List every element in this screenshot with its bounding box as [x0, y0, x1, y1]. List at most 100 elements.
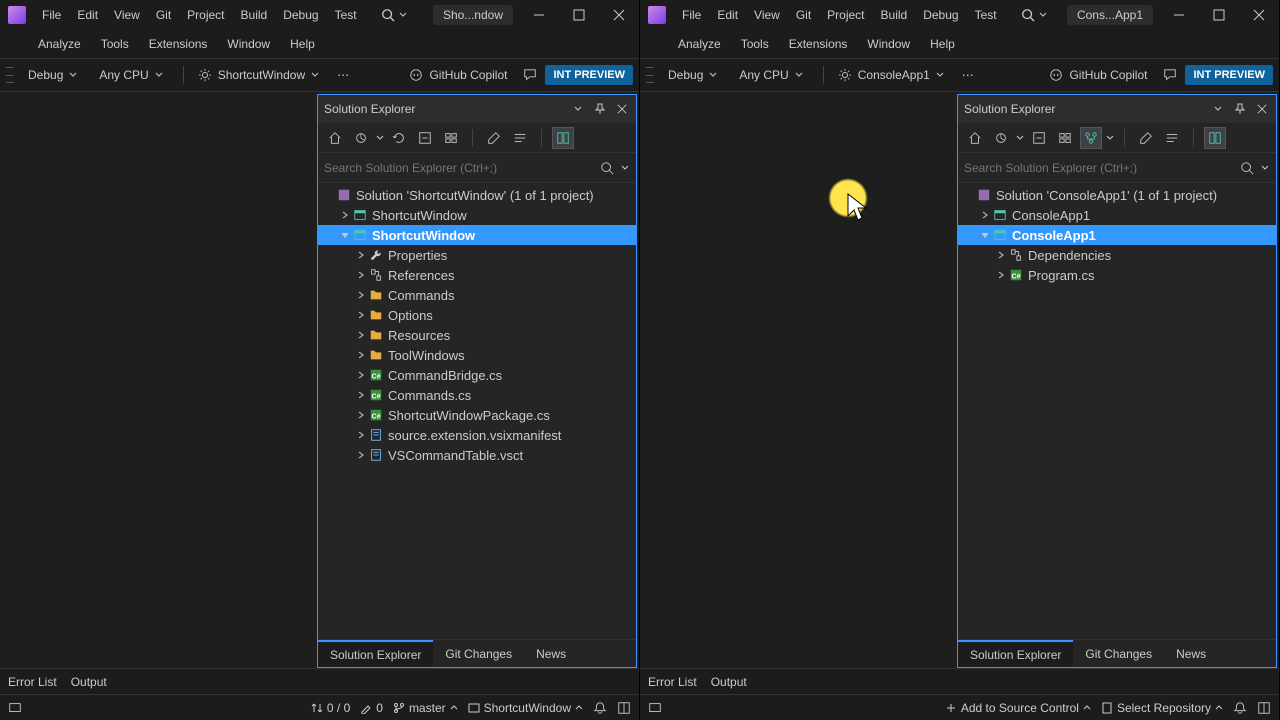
- tree-item[interactable]: Dependencies: [958, 245, 1276, 265]
- tree-item[interactable]: C#ShortcutWindowPackage.cs: [318, 405, 636, 425]
- tab-git-changes[interactable]: Git Changes: [433, 640, 524, 667]
- tab-solution-explorer[interactable]: Solution Explorer: [958, 640, 1073, 667]
- expand-arrow-icon[interactable]: [354, 268, 368, 282]
- chevron-down-icon[interactable]: [620, 164, 630, 172]
- bell-icon[interactable]: [593, 701, 607, 715]
- switch-views-button[interactable]: [350, 127, 372, 149]
- expand-arrow-icon[interactable]: [994, 268, 1008, 282]
- tree-item[interactable]: Options: [318, 305, 636, 325]
- expand-arrow-icon[interactable]: [354, 328, 368, 342]
- startup-dropdown[interactable]: ShortcutWindow: [190, 65, 327, 85]
- search-box[interactable]: [958, 153, 1276, 183]
- pin-icon[interactable]: [1232, 101, 1248, 117]
- feedback-icon[interactable]: [648, 701, 662, 715]
- tab-error-list[interactable]: Error List: [648, 675, 697, 689]
- tab-output[interactable]: Output: [711, 675, 747, 689]
- expand-arrow-icon[interactable]: [338, 208, 352, 222]
- menu-file[interactable]: File: [674, 4, 709, 26]
- close-button[interactable]: [599, 0, 639, 30]
- preview-button[interactable]: [509, 127, 531, 149]
- branch-indicator[interactable]: master: [393, 701, 458, 715]
- toolbar-grip[interactable]: [646, 67, 654, 83]
- tree-item[interactable]: ToolWindows: [318, 345, 636, 365]
- preview-button[interactable]: [1161, 127, 1183, 149]
- minimize-button[interactable]: [1159, 0, 1199, 30]
- menu-help[interactable]: Help: [920, 33, 965, 55]
- menu-debug[interactable]: Debug: [275, 4, 326, 26]
- menu-edit[interactable]: Edit: [69, 4, 106, 26]
- close-icon[interactable]: [1254, 101, 1270, 117]
- menu-git[interactable]: Git: [788, 4, 819, 26]
- copilot-button[interactable]: GitHub Copilot: [401, 65, 515, 85]
- expand-arrow-icon[interactable]: [322, 188, 336, 202]
- tree-item[interactable]: ConsoleApp1: [958, 225, 1276, 245]
- switch-views-button[interactable]: [990, 127, 1012, 149]
- solution-tree[interactable]: Solution 'ConsoleApp1' (1 of 1 project)C…: [958, 183, 1276, 639]
- maximize-button[interactable]: [559, 0, 599, 30]
- minimize-button[interactable]: [519, 0, 559, 30]
- source-control-button[interactable]: Add to Source Control: [945, 701, 1091, 715]
- search-button[interactable]: [373, 4, 415, 26]
- preview-badge[interactable]: INT PREVIEW: [545, 65, 633, 85]
- overflow-button[interactable]: ⋯: [962, 68, 974, 82]
- startup-dropdown[interactable]: ConsoleApp1: [830, 65, 952, 85]
- solution-tree[interactable]: Solution 'ShortcutWindow' (1 of 1 projec…: [318, 183, 636, 639]
- menu-view[interactable]: View: [106, 4, 148, 26]
- config-dropdown[interactable]: Debug: [20, 65, 85, 85]
- tree-item[interactable]: C#Commands.cs: [318, 385, 636, 405]
- menu-test[interactable]: Test: [967, 4, 1005, 26]
- startup-indicator[interactable]: ShortcutWindow: [468, 701, 583, 715]
- expand-arrow-icon[interactable]: [978, 228, 992, 242]
- menu-project[interactable]: Project: [179, 4, 232, 26]
- menu-file[interactable]: File: [34, 4, 69, 26]
- menu-window[interactable]: Window: [217, 33, 280, 55]
- layout-icon[interactable]: [1257, 701, 1271, 715]
- panel-header[interactable]: Solution Explorer: [318, 95, 636, 123]
- tab-error-list[interactable]: Error List: [8, 675, 57, 689]
- preview-badge[interactable]: INT PREVIEW: [1185, 65, 1273, 85]
- search-box[interactable]: [318, 153, 636, 183]
- home-button[interactable]: [324, 127, 346, 149]
- tree-item[interactable]: ShortcutWindow: [318, 225, 636, 245]
- expand-arrow-icon[interactable]: [354, 308, 368, 322]
- menu-extensions[interactable]: Extensions: [139, 33, 218, 55]
- config-dropdown[interactable]: Debug: [660, 65, 725, 85]
- tree-item[interactable]: ConsoleApp1: [958, 205, 1276, 225]
- tree-item[interactable]: C#CommandBridge.cs: [318, 365, 636, 385]
- tab-news[interactable]: News: [1164, 640, 1218, 667]
- changes-indicator[interactable]: 0 / 0: [311, 701, 350, 715]
- pending-edits[interactable]: 0: [360, 701, 383, 715]
- feedback-icon[interactable]: [8, 701, 22, 715]
- sync-button[interactable]: [1204, 127, 1226, 149]
- expand-arrow-icon[interactable]: [962, 188, 976, 202]
- search-icon[interactable]: [1240, 161, 1254, 175]
- menu-analyze[interactable]: Analyze: [28, 33, 91, 55]
- filter-button[interactable]: [1080, 127, 1102, 149]
- pin-icon[interactable]: [592, 101, 608, 117]
- menu-test[interactable]: Test: [327, 4, 365, 26]
- layout-icon[interactable]: [617, 701, 631, 715]
- menu-build[interactable]: Build: [873, 4, 916, 26]
- menu-project[interactable]: Project: [819, 4, 872, 26]
- expand-arrow-icon[interactable]: [354, 428, 368, 442]
- copilot-button[interactable]: GitHub Copilot: [1041, 65, 1155, 85]
- document-title[interactable]: Cons...App1: [1067, 5, 1153, 25]
- tree-item[interactable]: source.extension.vsixmanifest: [318, 425, 636, 445]
- tree-item[interactable]: Resources: [318, 325, 636, 345]
- search-input[interactable]: [964, 161, 1240, 175]
- menu-edit[interactable]: Edit: [709, 4, 746, 26]
- maximize-button[interactable]: [1199, 0, 1239, 30]
- collapse-button[interactable]: [1028, 127, 1050, 149]
- tree-item[interactable]: VSCommandTable.vsct: [318, 445, 636, 465]
- chevron-down-icon[interactable]: [1260, 164, 1270, 172]
- tab-news[interactable]: News: [524, 640, 578, 667]
- tree-item[interactable]: Solution 'ConsoleApp1' (1 of 1 project): [958, 185, 1276, 205]
- tree-item[interactable]: C#Program.cs: [958, 265, 1276, 285]
- platform-dropdown[interactable]: Any CPU: [91, 65, 170, 85]
- expand-arrow-icon[interactable]: [354, 348, 368, 362]
- panel-dropdown-icon[interactable]: [1210, 101, 1226, 117]
- bell-icon[interactable]: [1233, 701, 1247, 715]
- expand-arrow-icon[interactable]: [354, 368, 368, 382]
- menu-debug[interactable]: Debug: [915, 4, 966, 26]
- tree-item[interactable]: Properties: [318, 245, 636, 265]
